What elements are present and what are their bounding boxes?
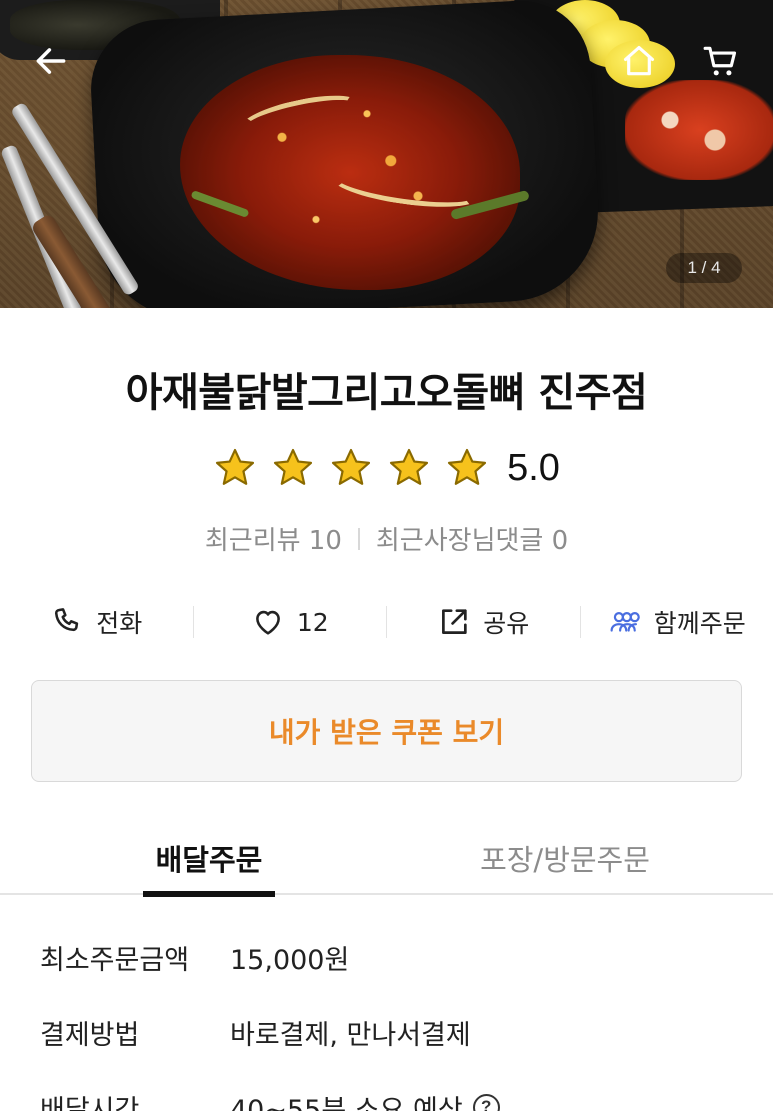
delivery-time-label: 배달시간	[40, 1094, 140, 1111]
share-icon	[442, 609, 467, 634]
recent-owner-replies-link[interactable]: 최근사장님댓글 0	[376, 520, 568, 557]
image-page-indicator: 1 / 4	[666, 253, 742, 283]
review-summary: 최근리뷰 10 최근사장님댓글 0	[0, 520, 773, 557]
kimchi	[625, 80, 773, 180]
share-label: 공유	[483, 609, 530, 638]
payment-label: 결제방법	[40, 1019, 140, 1051]
like-count: 12	[296, 607, 329, 637]
heart-icon	[255, 610, 280, 635]
payment-row: 결제방법 바로결제, 만나서결제	[40, 1013, 740, 1051]
rating-row: 5.0	[0, 446, 773, 490]
store-name: 아재불닭발그리고오돌뼈 진주점	[125, 370, 648, 416]
home-button[interactable]	[616, 38, 662, 84]
home-icon	[623, 45, 655, 76]
view-coupons-button[interactable]: 내가 받은 쿠폰 보기	[31, 680, 742, 782]
call-button[interactable]: 전화	[0, 596, 193, 648]
action-bar: 전화 12 공유 함께주문	[0, 596, 773, 648]
store-hero-image[interactable]: 1 / 4	[0, 0, 773, 308]
delivery-time-row: 배달시간 40~55분 소요 예상 ?	[40, 1088, 740, 1111]
delivery-time-value-wrap: 40~55분 소요 예상 ?	[230, 1088, 500, 1111]
tab-pickup[interactable]: 포장/방문주문	[450, 820, 680, 895]
star-icon	[216, 448, 255, 485]
star-icon	[448, 448, 487, 485]
order-type-tabs: 배달주문 포장/방문주문	[0, 820, 773, 897]
star-icon	[332, 448, 371, 485]
divider	[357, 527, 360, 550]
delivery-time-value: 40~55분 소요 예상	[230, 1094, 463, 1111]
min-order-row: 최소주문금액 15,000원	[40, 938, 740, 976]
like-button[interactable]: 12	[194, 596, 387, 648]
phone-icon	[55, 608, 79, 632]
rating-value: 5.0	[507, 446, 560, 489]
star-icon	[274, 448, 313, 485]
share-button[interactable]: 공유	[387, 596, 580, 648]
cart-icon	[703, 46, 737, 76]
group-order-label: 함께주문	[653, 609, 746, 638]
min-order-label: 최소주문금액	[40, 944, 190, 976]
call-label: 전화	[96, 609, 143, 638]
cart-button[interactable]	[698, 38, 744, 84]
recent-reviews-link[interactable]: 최근리뷰 10	[205, 520, 342, 557]
group-order-button[interactable]: 함께주문	[581, 596, 773, 648]
group-icon	[610, 612, 640, 632]
payment-value: 바로결제, 만나서결제	[230, 1019, 471, 1051]
question-circle-icon[interactable]: ?	[472, 1093, 500, 1111]
back-button[interactable]	[28, 38, 74, 84]
tab-delivery[interactable]: 배달주문	[143, 820, 275, 897]
back-arrow-icon	[36, 48, 66, 74]
delivery-info: 최소주문금액 15,000원 결제방법 바로결제, 만나서결제 배달시간 40~…	[40, 938, 740, 1111]
min-order-value: 15,000원	[230, 944, 350, 976]
star-icon	[390, 448, 429, 485]
